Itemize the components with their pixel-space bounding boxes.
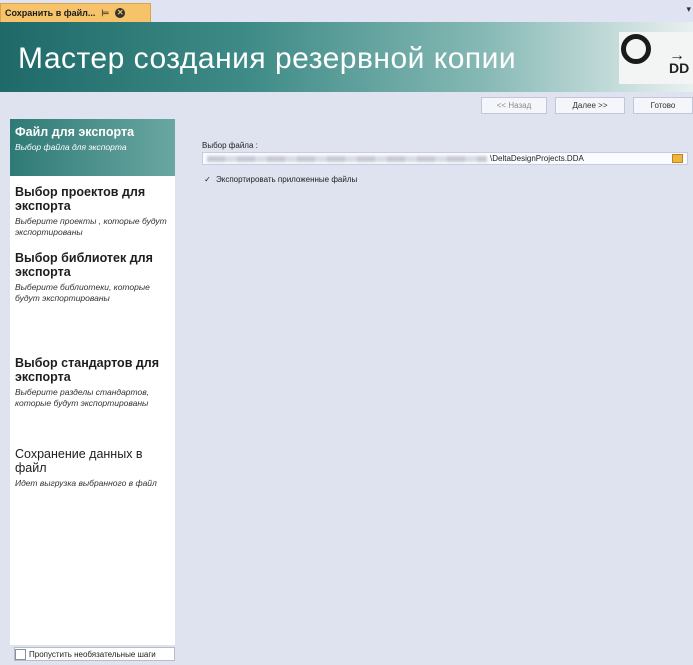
skip-label: Пропустить необязательные шаги <box>29 649 156 659</box>
pin-icon[interactable]: ⊨ <box>101 8 109 19</box>
checkbox-box[interactable] <box>15 648 26 660</box>
skip-optional-checkbox[interactable]: Пропустить необязательные шаги <box>14 647 175 661</box>
step-save-data[interactable]: Сохранение данных в файл Идет выгрузка в… <box>10 441 175 495</box>
folder-icon[interactable] <box>672 154 683 163</box>
step-subtitle: Выбор файла для экспорта <box>15 142 127 152</box>
step-file-export[interactable]: Файл для экспорта Выбор файла для экспор… <box>10 119 175 176</box>
step-title: Выбор стандартов для экспорта <box>15 356 160 384</box>
app-logo: → DD <box>619 32 693 84</box>
check-icon[interactable]: ✓ <box>203 175 212 184</box>
logo-text: DD <box>669 60 690 76</box>
file-name-text: \DeltaDesignProjects.DDA <box>490 154 584 163</box>
step-title: Файл для экспорта <box>15 125 135 139</box>
export-attachments-label: Экспортировать приложенные файлы <box>216 175 358 184</box>
file-label: Выбор файла : <box>202 141 258 150</box>
step-title: Выбор проектов для экспорта <box>15 185 146 213</box>
step-subtitle: Выберите разделы стандартов, которые буд… <box>15 387 150 408</box>
wizard-title: Мастер создания резервной копии <box>18 42 517 75</box>
step-subtitle: Выберите библиотеки, которые будут экспо… <box>15 282 150 303</box>
export-attachments-checkbox[interactable]: ✓ Экспортировать приложенные файлы <box>203 175 357 184</box>
next-button[interactable]: Далее >> <box>555 97 625 114</box>
wizard-steps: Файл для экспорта Выбор файла для экспор… <box>10 119 175 645</box>
gear-icon <box>621 34 651 64</box>
back-button[interactable]: << Назад <box>481 97 547 114</box>
step-subtitle: Выберите проекты , которые будут экспорт… <box>15 216 167 237</box>
file-path-input[interactable]: \DeltaDesignProjects.DDA <box>202 152 688 165</box>
tab-strip: Сохранить в файл... ⊨ ✕ ▾ <box>0 0 693 23</box>
tab-label: Сохранить в файл... <box>5 8 96 18</box>
done-button[interactable]: Готово <box>633 97 693 114</box>
step-select-projects[interactable]: Выбор проектов для экспорта Выберите про… <box>10 179 175 243</box>
step-title: Сохранение данных в файл <box>15 447 143 475</box>
tab-save-to-file[interactable]: Сохранить в файл... ⊨ ✕ <box>0 3 151 22</box>
step-subtitle: Идет выгрузка выбранного в файл <box>15 478 157 488</box>
step-select-standards[interactable]: Выбор стандартов для экспорта Выберите р… <box>10 350 175 414</box>
wizard-banner: Мастер создания резервной копии → DD <box>0 22 693 92</box>
tab-menu-icon[interactable]: ▾ <box>686 4 691 15</box>
close-icon[interactable]: ✕ <box>115 8 126 18</box>
blurred-path <box>207 156 487 162</box>
step-title: Выбор библиотек для экспорта <box>15 251 153 279</box>
step-select-libraries[interactable]: Выбор библиотек для экспорта Выберите би… <box>10 245 175 309</box>
